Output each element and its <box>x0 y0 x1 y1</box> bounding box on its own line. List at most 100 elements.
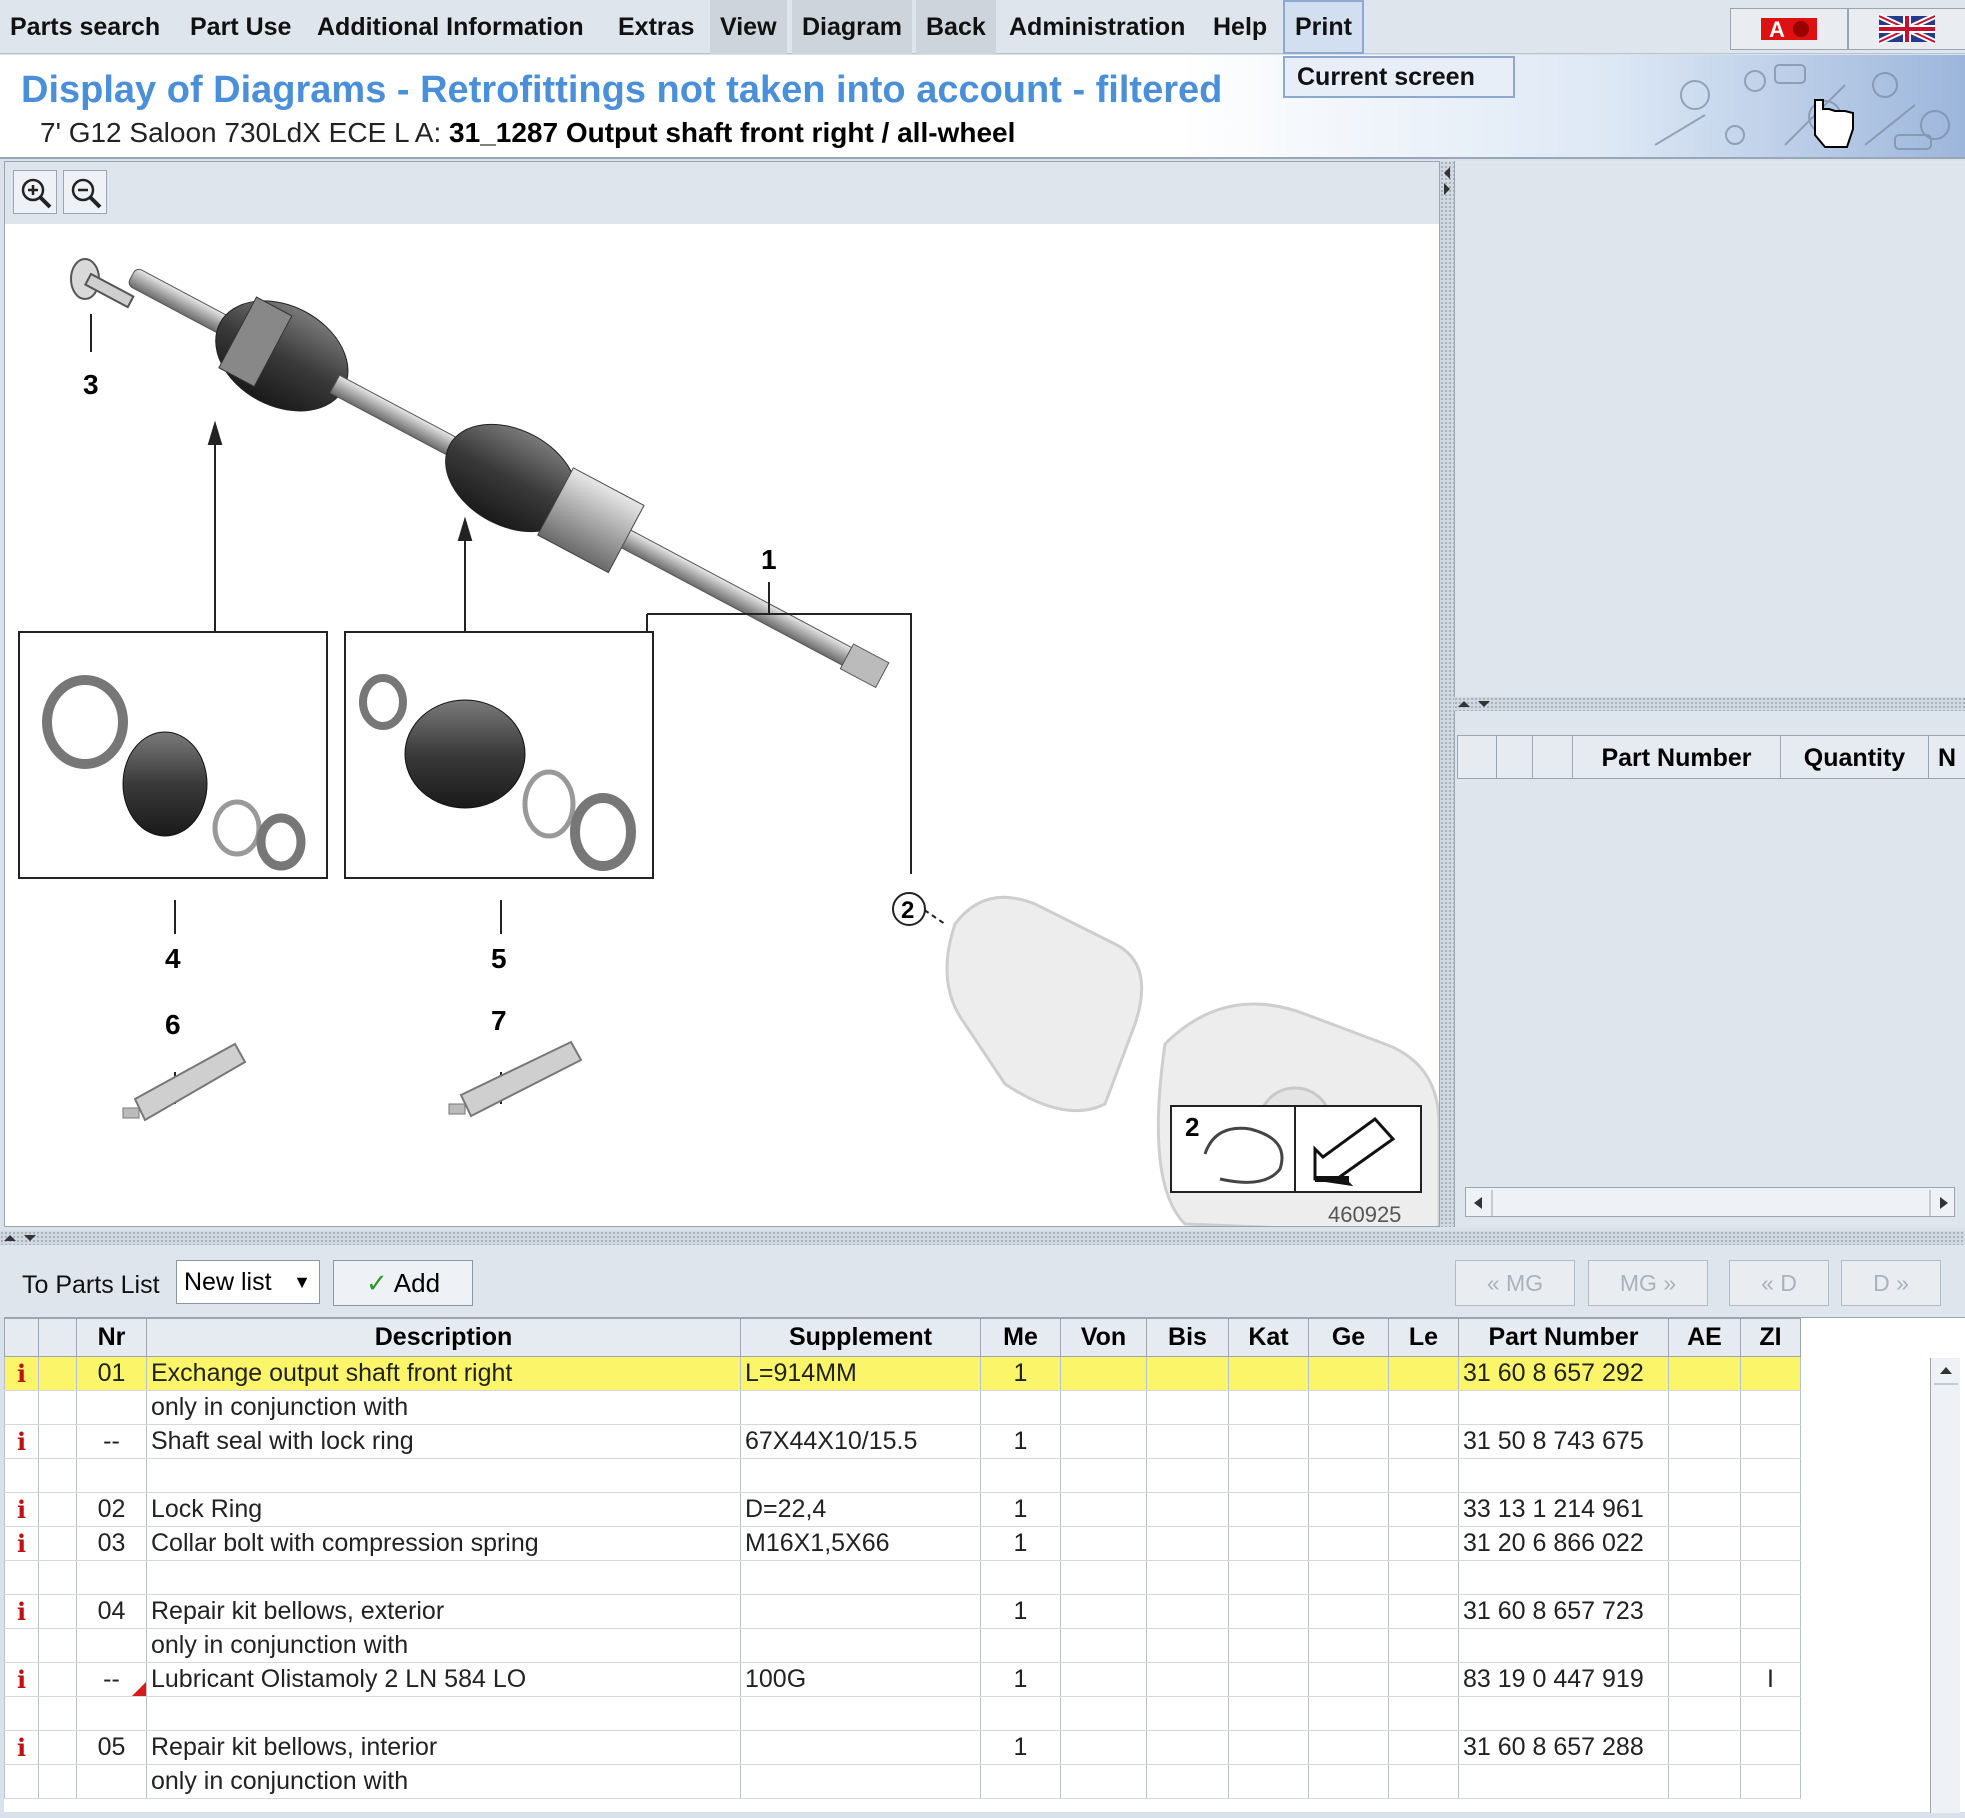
table-row[interactable] <box>4 1458 1801 1493</box>
cell-col-info: i <box>4 1662 39 1697</box>
table-row[interactable]: i 01 Exchange output shaft front right L=91… <box>4 1356 1801 1391</box>
info-icon[interactable]: i <box>17 1597 26 1626</box>
table-header-col-bis[interactable]: Bis <box>1146 1318 1229 1357</box>
parts-list-select[interactable]: New list ▼ <box>176 1260 320 1304</box>
zoom-in-button[interactable] <box>13 170 57 214</box>
table-row[interactable]: i 05 Repair kit bellows, interior 1 31 60 8 … <box>4 1730 1801 1765</box>
header-parts-artwork <box>1654 64 1950 150</box>
menu-administration[interactable]: Administration <box>999 0 1195 54</box>
uk-flag-button[interactable] <box>1848 8 1965 50</box>
cell-col-part-number <box>1458 1390 1669 1425</box>
info-icon[interactable]: i <box>17 1495 26 1524</box>
cell-col-me <box>980 1696 1061 1731</box>
menu-help[interactable]: Help <box>1203 0 1277 54</box>
table-header-col-info[interactable] <box>4 1318 39 1357</box>
menu-back[interactable]: Back <box>916 0 996 54</box>
cell-col-flag <box>38 1628 77 1663</box>
info-icon[interactable]: i <box>17 1359 26 1388</box>
chevron-down-icon: ▼ <box>293 1272 311 1292</box>
cell-col-nr: 03 <box>76 1526 147 1561</box>
cell-col-bis <box>1146 1560 1229 1595</box>
table-row[interactable]: only in conjunction with <box>4 1628 1801 1663</box>
table-row[interactable]: i -- Shaft seal with lock ring 67X44X10/15.… <box>4 1424 1801 1459</box>
right-list-col-b[interactable] <box>1497 735 1533 779</box>
table-row[interactable]: i 02 Lock Ring D=22,4 1 33 13 1 214 961 <box>4 1492 1801 1527</box>
next-diagram-button[interactable]: D » <box>1841 1260 1941 1306</box>
cell-col-kat <box>1228 1730 1309 1765</box>
info-icon[interactable]: i <box>17 1529 26 1558</box>
horizontal-scrollbar[interactable] <box>1465 1187 1955 1217</box>
table-header-col-ge[interactable]: Ge <box>1308 1318 1389 1357</box>
table-row[interactable]: i -- Lubricant Olistamoly 2 LN 584 LO 100G 1… <box>4 1662 1801 1697</box>
cell-col-von <box>1060 1424 1147 1459</box>
callout-4: 4 <box>165 943 181 974</box>
table-header-col-description[interactable]: Description <box>146 1318 741 1357</box>
table-row[interactable]: only in conjunction with <box>4 1764 1801 1799</box>
menu-parts-search[interactable]: Parts search <box>0 0 170 54</box>
svg-text:A: A <box>1769 17 1785 42</box>
vertical-scrollbar[interactable] <box>1930 1358 1960 1813</box>
menu-diagram[interactable]: Diagram <box>792 0 913 54</box>
cell-col-bis <box>1146 1594 1229 1629</box>
menu-part-use[interactable]: Part Use <box>180 0 301 54</box>
table-header-col-ae[interactable]: AE <box>1668 1318 1741 1357</box>
zoom-out-button[interactable] <box>63 170 107 214</box>
info-icon[interactable]: i <box>17 1733 26 1762</box>
bottom-splitter[interactable] <box>0 1231 1965 1245</box>
info-icon[interactable]: i <box>17 1665 26 1694</box>
cell-col-flag <box>38 1764 77 1799</box>
table-header-col-part-number[interactable]: Part Number <box>1458 1318 1669 1357</box>
cell-col-description: Lubricant Olistamoly 2 LN 584 LO <box>146 1662 741 1697</box>
print-current-screen-option[interactable]: Current screen <box>1283 56 1515 98</box>
add-button[interactable]: ✓ Add <box>333 1260 473 1306</box>
table-header-col-supplement[interactable]: Supplement <box>740 1318 981 1357</box>
prev-diagram-button[interactable]: « D <box>1729 1260 1829 1306</box>
right-list-col-n[interactable]: N <box>1929 735 1965 779</box>
table-row[interactable]: i 03 Collar bolt with compression spring M1… <box>4 1526 1801 1561</box>
menu-extras[interactable]: Extras <box>608 0 704 54</box>
table-row[interactable]: only in conjunction with <box>4 1390 1801 1425</box>
cell-col-von <box>1060 1492 1147 1527</box>
exploded-parts-diagram[interactable]: 3 1 2 4 5 6 7 2 460925 <box>5 224 1439 1226</box>
cell-col-info <box>4 1560 39 1595</box>
menu-print[interactable]: Print <box>1283 0 1364 54</box>
table-header-col-von[interactable]: Von <box>1060 1318 1147 1357</box>
cell-col-ge <box>1308 1458 1389 1493</box>
cell-col-info: i <box>4 1492 39 1527</box>
diagram-nav-box[interactable]: 2 <box>1170 1105 1422 1193</box>
add-button-label: Add <box>393 1268 441 1298</box>
next-main-group-button[interactable]: MG » <box>1588 1260 1708 1306</box>
cell-col-bis <box>1146 1458 1229 1493</box>
table-header-col-me[interactable]: Me <box>980 1318 1061 1357</box>
right-list-col-part-number[interactable]: Part Number <box>1573 735 1781 779</box>
cell-col-kat <box>1228 1492 1309 1527</box>
cell-col-me <box>980 1628 1061 1663</box>
cell-col-info <box>4 1458 39 1493</box>
right-list-col-quantity[interactable]: Quantity <box>1781 735 1929 779</box>
right-horizontal-splitter[interactable] <box>1454 697 1965 711</box>
language-button[interactable]: A <box>1730 8 1848 50</box>
menu-additional-information[interactable]: Additional Information <box>307 0 594 54</box>
table-header-col-nr[interactable]: Nr <box>76 1318 147 1357</box>
cell-col-ge <box>1308 1424 1389 1459</box>
right-list-col-a[interactable] <box>1457 735 1497 779</box>
table-header-col-zi[interactable]: ZI <box>1740 1318 1801 1357</box>
table-row[interactable] <box>4 1560 1801 1595</box>
table-header-col-flag[interactable] <box>38 1318 77 1357</box>
right-parts-list: Part Number Quantity N <box>1454 711 1965 1227</box>
cell-col-part-number <box>1458 1628 1669 1663</box>
cell-col-part-number <box>1458 1764 1669 1799</box>
table-header-col-kat[interactable]: Kat <box>1228 1318 1309 1357</box>
cell-col-zi <box>1740 1526 1801 1561</box>
right-list-col-c[interactable] <box>1533 735 1573 779</box>
cell-col-kat <box>1228 1696 1309 1731</box>
prev-main-group-button[interactable]: « MG <box>1455 1260 1575 1306</box>
table-header-col-le[interactable]: Le <box>1388 1318 1459 1357</box>
cell-col-me: 1 <box>980 1594 1061 1629</box>
menu-view[interactable]: View <box>710 0 787 54</box>
info-icon[interactable]: i <box>17 1427 26 1456</box>
table-row[interactable]: i 04 Repair kit bellows, exterior 1 31 60 8 … <box>4 1594 1801 1629</box>
vertical-splitter[interactable] <box>1440 161 1454 1227</box>
cell-col-supplement <box>740 1594 981 1629</box>
table-row[interactable] <box>4 1696 1801 1731</box>
